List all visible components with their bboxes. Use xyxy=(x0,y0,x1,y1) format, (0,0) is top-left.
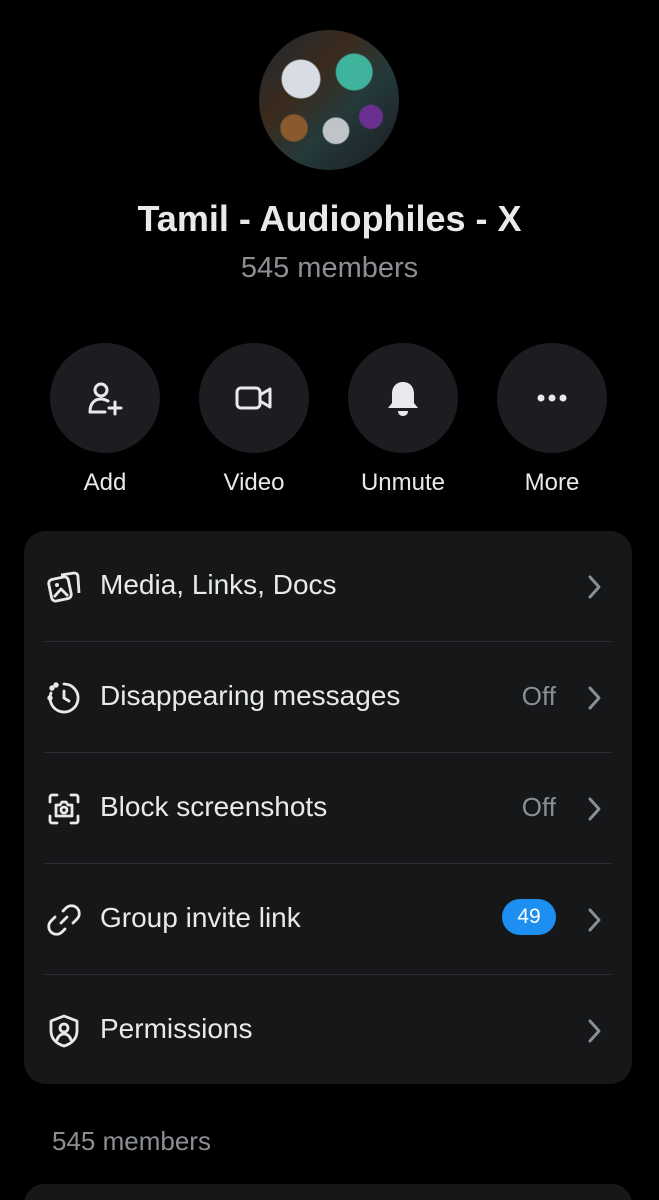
video-label: Video xyxy=(223,469,285,496)
settings-label-invite-link: Group invite link xyxy=(100,902,301,933)
chevron-right-icon xyxy=(588,686,601,710)
chevron-right-icon xyxy=(588,575,601,599)
more-button[interactable]: More xyxy=(497,343,607,497)
media-icon xyxy=(47,571,81,603)
screenshot-camera-icon xyxy=(48,793,80,825)
more-dots-icon xyxy=(537,394,567,402)
settings-row-screenshots[interactable]: Block screenshots Off xyxy=(24,753,632,863)
group-info-screen: Tamil - Audiophiles - X 545 members Add xyxy=(0,0,659,1200)
settings-card: Media, Links, Docs Disappearing messages… xyxy=(24,531,632,1084)
link-icon xyxy=(47,904,81,936)
disappearing-status: Off xyxy=(521,681,556,711)
screenshots-status: Off xyxy=(521,792,556,822)
quick-actions: Add Video Unmute More xyxy=(0,343,659,496)
video-button[interactable]: Video xyxy=(199,343,309,497)
unmute-label: Unmute xyxy=(360,469,446,496)
add-button[interactable]: Add xyxy=(50,343,160,497)
chevron-right-icon xyxy=(588,1019,601,1043)
video-camera-icon xyxy=(235,386,272,410)
group-name: Tamil - Audiophiles - X xyxy=(137,198,522,239)
settings-label-disappearing: Disappearing messages xyxy=(100,680,401,711)
invite-link-count-badge: 49 xyxy=(502,899,556,935)
members-section-header: 545 members xyxy=(52,1126,211,1156)
add-label: Add xyxy=(83,469,127,496)
more-button-circle[interactable] xyxy=(497,343,607,453)
settings-row-invite-link[interactable]: Group invite link 49 xyxy=(24,864,632,974)
group-avatar[interactable] xyxy=(259,30,399,170)
chevron-right-icon xyxy=(588,797,601,821)
bell-icon xyxy=(388,382,418,416)
members-list-card xyxy=(24,1184,632,1200)
shield-user-icon xyxy=(49,1014,79,1048)
settings-row-disappearing[interactable]: Disappearing messages Off xyxy=(24,642,632,752)
group-member-count: 545 members xyxy=(240,252,419,284)
chevron-right-icon xyxy=(588,908,601,932)
unmute-button-circle[interactable] xyxy=(348,343,458,453)
settings-label-media: Media, Links, Docs xyxy=(100,569,337,600)
unmute-button[interactable]: Unmute xyxy=(348,343,458,497)
add-button-circle[interactable] xyxy=(50,343,160,453)
settings-label-permissions: Permissions xyxy=(100,1013,253,1044)
video-button-circle[interactable] xyxy=(199,343,309,453)
settings-label-screenshots: Block screenshots xyxy=(100,791,328,822)
timer-icon xyxy=(47,682,80,714)
settings-row-media[interactable]: Media, Links, Docs xyxy=(24,531,632,641)
settings-row-permissions[interactable]: Permissions xyxy=(24,975,632,1085)
add-person-icon xyxy=(88,382,123,416)
more-label: More xyxy=(524,469,580,496)
